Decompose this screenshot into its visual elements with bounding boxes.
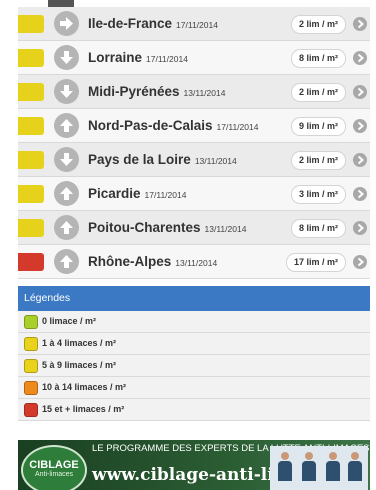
level-swatch [18, 15, 44, 33]
region-name: Pays de la Loire 13/11/2014 [88, 152, 237, 167]
expert-figure [302, 452, 316, 482]
region-date: 17/11/2014 [144, 190, 187, 200]
region-name-text: Poitou-Charentes [88, 220, 201, 235]
trend-arrow-icon [54, 147, 79, 172]
ciblage-logo: CIBLAGE Anti-limaces [21, 445, 87, 490]
trend-arrow-icon [54, 45, 79, 70]
region-name: Picardie 17/11/2014 [88, 186, 186, 201]
legend-item: 0 limace / m² [18, 311, 370, 333]
legend-items: 0 limace / m² 1 à 4 limaces / m² 5 à 9 lim… [18, 311, 370, 421]
legend-color-swatch [24, 337, 38, 351]
region-row[interactable]: Ile-de-France 17/11/2014 2 lim / m² [18, 7, 370, 41]
region-row[interactable]: Lorraine 17/11/2014 8 lim / m² [18, 41, 370, 75]
logo-subtitle: Anti-limaces [34, 471, 74, 478]
density-badge: 2 lim / m² [290, 83, 346, 102]
trend-arrow-icon [54, 79, 79, 104]
legend-item: 5 à 9 limaces / m² [18, 355, 370, 377]
level-swatch [18, 49, 44, 67]
level-swatch [18, 253, 44, 271]
top-notch [48, 0, 74, 7]
region-name-text: Midi-Pyrénées [88, 84, 180, 99]
level-swatch [18, 83, 44, 101]
expert-figure [326, 452, 340, 482]
region-date: 13/11/2014 [204, 224, 247, 234]
density-badge: 2 lim / m² [290, 15, 346, 34]
region-name: Ile-de-France 17/11/2014 [88, 16, 218, 31]
chevron-right-icon[interactable] [353, 85, 367, 99]
region-name-text: Lorraine [88, 50, 143, 65]
ad-banner[interactable]: CIBLAGE Anti-limaces LE PROGRAMME DES EX… [18, 440, 370, 490]
expert-figure [348, 452, 362, 482]
chevron-right-icon[interactable] [353, 187, 367, 201]
trend-arrow-icon [54, 215, 79, 240]
legend-title: Légendes [18, 286, 370, 311]
region-date: 17/11/2014 [146, 54, 188, 64]
legend-item: 10 à 14 limaces / m² [18, 377, 370, 399]
density-badge: 8 lim / m² [290, 219, 346, 238]
level-swatch [18, 219, 44, 237]
legend-color-swatch [24, 381, 38, 395]
region-name-text: Pays de la Loire [88, 152, 191, 167]
region-list: Ile-de-France 17/11/2014 2 lim / m² Lorrain… [18, 7, 370, 279]
legend-item: 1 à 4 limaces / m² [18, 333, 370, 355]
legend-panel: Légendes 0 limace / m² 1 à 4 limaces / m²… [18, 286, 370, 421]
region-name: Lorraine 17/11/2014 [88, 50, 188, 65]
legend-label: 1 à 4 limaces / m² [42, 338, 117, 348]
expert-figure [278, 452, 292, 482]
legend-label: 15 et + limaces / m² [42, 404, 125, 414]
region-name-text: Picardie [88, 186, 141, 201]
level-swatch [18, 185, 44, 203]
experts-photo [270, 446, 368, 490]
region-name: Poitou-Charentes 13/11/2014 [88, 220, 246, 235]
legend-label: 0 limace / m² [42, 316, 97, 326]
legend-label: 10 à 14 limaces / m² [42, 382, 127, 392]
region-name: Rhône-Alpes 13/11/2014 [88, 254, 217, 269]
region-date: 13/11/2014 [183, 88, 226, 98]
density-badge: 8 lim / m² [290, 49, 346, 68]
chevron-right-icon[interactable] [353, 255, 367, 269]
density-badge: 2 lim / m² [290, 151, 346, 170]
region-date: 17/11/2014 [216, 122, 259, 132]
region-row[interactable]: Rhône-Alpes 13/11/2014 17 lim / m² [18, 245, 370, 279]
region-row[interactable]: Picardie 17/11/2014 3 lim / m² [18, 177, 370, 211]
region-row[interactable]: Pays de la Loire 13/11/2014 2 lim / m² [18, 143, 370, 177]
density-badge: 17 lim / m² [285, 253, 346, 272]
legend-label: 5 à 9 limaces / m² [42, 360, 117, 370]
legend-color-swatch [24, 403, 38, 417]
region-name-text: Nord-Pas-de-Calais [88, 118, 213, 133]
density-badge: 9 lim / m² [290, 117, 346, 136]
density-badge: 3 lim / m² [290, 185, 346, 204]
region-row[interactable]: Poitou-Charentes 13/11/2014 8 lim / m² [18, 211, 370, 245]
region-name-text: Rhône-Alpes [88, 254, 172, 269]
region-date: 13/11/2014 [175, 258, 218, 268]
level-swatch [18, 151, 44, 169]
region-date: 13/11/2014 [194, 156, 237, 166]
chevron-right-icon[interactable] [353, 153, 367, 167]
region-row[interactable]: Midi-Pyrénées 13/11/2014 2 lim / m² [18, 75, 370, 109]
chevron-right-icon[interactable] [353, 51, 367, 65]
level-swatch [18, 117, 44, 135]
region-name: Midi-Pyrénées 13/11/2014 [88, 84, 225, 99]
legend-color-swatch [24, 359, 38, 373]
chevron-right-icon[interactable] [353, 221, 367, 235]
legend-color-swatch [24, 315, 38, 329]
trend-arrow-icon [54, 181, 79, 206]
logo-title: CIBLAGE [29, 459, 79, 471]
chevron-right-icon[interactable] [353, 119, 367, 133]
region-name: Nord-Pas-de-Calais 17/11/2014 [88, 118, 258, 133]
region-date: 17/11/2014 [176, 20, 218, 30]
trend-arrow-icon [54, 113, 79, 138]
region-row[interactable]: Nord-Pas-de-Calais 17/11/2014 9 lim / m² [18, 109, 370, 143]
trend-arrow-icon [54, 11, 79, 36]
legend-item: 15 et + limaces / m² [18, 399, 370, 421]
region-name-text: Ile-de-France [88, 16, 173, 31]
chevron-right-icon[interactable] [353, 17, 367, 31]
top-bar [0, 0, 376, 7]
trend-arrow-icon [54, 249, 79, 274]
